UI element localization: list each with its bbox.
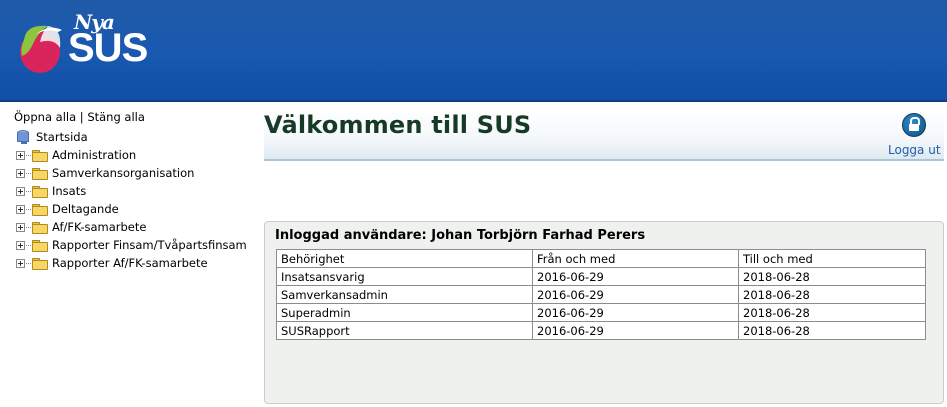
tree-root-label: Startsida (36, 130, 88, 144)
tree-item-af-fk-samarbete[interactable]: Af/FK-samarbete (14, 218, 254, 236)
cell-permission: SUSRapport (276, 321, 533, 340)
header-divider (0, 100, 947, 102)
tree-item-administration[interactable]: Administration (14, 146, 254, 164)
cell-from: 2016-06-29 (532, 321, 739, 340)
logo-sus-text: SUS (68, 26, 148, 70)
page-title-bar: Välkommen till SUS Logga ut (264, 107, 944, 161)
tree-item-label: Deltagande (52, 202, 119, 216)
table-row: Samverkansadmin 2016-06-29 2018-06-28 (276, 285, 926, 304)
folder-icon (32, 221, 48, 234)
tree-item-label: Insats (52, 184, 87, 198)
tree-item-rapporter-finsam[interactable]: Rapporter Finsam/Tvåpartsfinsam (14, 236, 254, 254)
tree-item-label: Rapporter Finsam/Tvåpartsfinsam (52, 238, 247, 252)
expand-plus-icon[interactable] (16, 168, 25, 178)
sidebar-tree: Öppna alla | Stäng alla Startsida Admini… (14, 110, 254, 272)
cell-to: 2018-06-28 (738, 285, 926, 304)
tree-item-label: Samverkansorganisation (52, 166, 195, 180)
cell-to: 2018-06-28 (738, 267, 926, 286)
table-header-row: Behörighet Från och med Till och med (276, 249, 926, 268)
expand-plus-icon[interactable] (16, 222, 25, 232)
nya-sus-logo[interactable]: Nya SUS (18, 6, 148, 86)
tree-item-samverkansorganisation[interactable]: Samverkansorganisation (14, 164, 254, 182)
tree-item-label: Rapporter Af/FK-samarbete (52, 256, 208, 270)
toggle-separator: | (79, 110, 84, 124)
expand-plus-icon[interactable] (16, 186, 25, 196)
expand-plus-icon[interactable] (16, 204, 25, 214)
collapse-all-link[interactable]: Stäng alla (87, 110, 145, 124)
tree-item-insats[interactable]: Insats (14, 182, 254, 200)
cell-permission: Samverkansadmin (276, 285, 533, 304)
folder-icon (32, 185, 48, 198)
tree-item-deltagande[interactable]: Deltagande (14, 200, 254, 218)
database-icon (16, 130, 29, 144)
folder-icon (32, 239, 48, 252)
tree-root-startsida[interactable]: Startsida (14, 128, 254, 146)
column-header-from: Från och med (532, 249, 739, 268)
folder-icon (32, 203, 48, 216)
permissions-table: Behörighet Från och med Till och med Ins… (276, 249, 926, 340)
logout-link[interactable]: Logga ut (888, 143, 941, 157)
lock-icon[interactable] (902, 113, 926, 137)
expand-all-link[interactable]: Öppna alla (14, 110, 76, 124)
cell-permission: Superadmin (276, 303, 533, 322)
user-info-panel: Inloggad användare: Johan Torbjörn Farha… (264, 221, 944, 404)
table-row: Insatsansvarig 2016-06-29 2018-06-28 (276, 267, 926, 286)
tree-toggle-links: Öppna alla | Stäng alla (14, 110, 254, 124)
cell-from: 2016-06-29 (532, 285, 739, 304)
folder-icon (32, 257, 48, 270)
expand-plus-icon[interactable] (16, 150, 25, 160)
cell-from: 2016-06-29 (532, 267, 739, 286)
tree-item-rapporter-af-fk[interactable]: Rapporter Af/FK-samarbete (14, 254, 254, 272)
table-row: SUSRapport 2016-06-29 2018-06-28 (276, 321, 926, 340)
folder-icon (32, 149, 48, 162)
cell-permission: Insatsansvarig (276, 267, 533, 286)
page-title: Välkommen till SUS (264, 111, 532, 139)
column-header-permission: Behörighet (276, 249, 533, 268)
cell-to: 2018-06-28 (738, 321, 926, 340)
expand-plus-icon[interactable] (16, 258, 25, 268)
tree-item-label: Af/FK-samarbete (52, 220, 147, 234)
tree-item-label: Administration (52, 148, 137, 162)
cell-to: 2018-06-28 (738, 303, 926, 322)
logged-in-user-heading: Inloggad användare: Johan Torbjörn Farha… (275, 228, 646, 243)
table-row: Superadmin 2016-06-29 2018-06-28 (276, 303, 926, 322)
column-header-to: Till och med (738, 249, 926, 268)
cell-from: 2016-06-29 (532, 303, 739, 322)
expand-plus-icon[interactable] (16, 240, 25, 250)
folder-icon (32, 167, 48, 180)
logo-ball-icon (20, 25, 62, 73)
app-header: Nya SUS (0, 0, 947, 100)
